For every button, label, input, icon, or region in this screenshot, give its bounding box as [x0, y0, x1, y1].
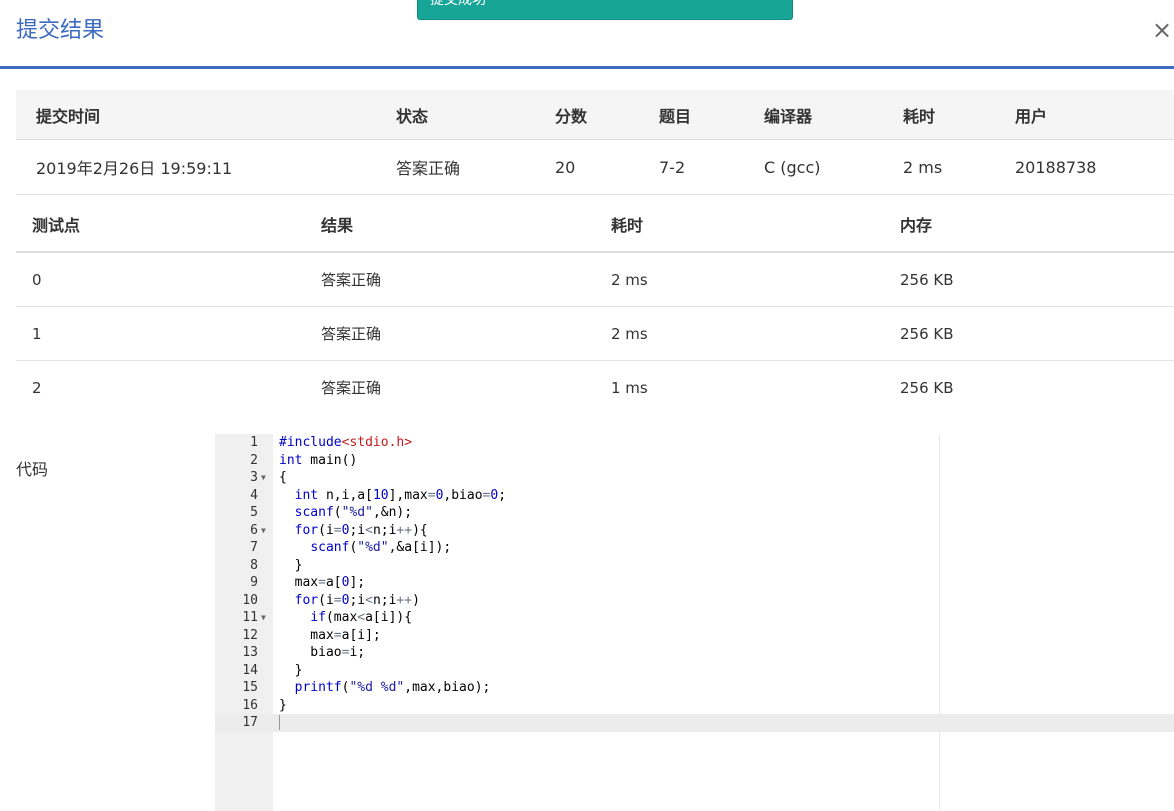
- table-row: 1 答案正确 2 ms 256 KB: [16, 306, 1174, 361]
- case-memory: 256 KB: [884, 306, 1174, 361]
- submission-table: 提交时间 状态 分数 题目 编译器 耗时 用户 2019年2月26日 19:59…: [16, 90, 1174, 195]
- line-number: 15: [242, 680, 258, 695]
- line-number: 8: [250, 557, 258, 573]
- duration-value: 2 ms: [883, 139, 995, 195]
- code-text: if(max<a[i]){: [310, 610, 413, 625]
- fold-toggle-icon[interactable]: ▼: [261, 609, 266, 627]
- code-editor[interactable]: 1 #include<stdio.h> 2 int main() 3 ▼{4 int n,…: [215, 434, 1174, 811]
- line-number: 3: [250, 470, 258, 485]
- code-text: printf("%d %d",max,biao);: [294, 680, 491, 695]
- case-id: 0: [16, 252, 305, 307]
- col-score: 分数: [535, 90, 639, 140]
- case-result: 答案正确: [321, 379, 382, 397]
- line-number: 4: [250, 487, 258, 503]
- line-number: 12: [242, 627, 258, 643]
- case-time: 2 ms: [595, 306, 884, 361]
- case-header-row: 测试点 结果 耗时 内存: [16, 196, 1174, 253]
- code-line[interactable]: 17: [215, 714, 1174, 732]
- code-text: #include<stdio.h>: [279, 435, 413, 450]
- case-memory: 256 KB: [900, 378, 954, 397]
- code-text: [279, 714, 280, 732]
- score-value: 20: [535, 139, 639, 195]
- code-text: }: [279, 697, 287, 713]
- line-number: 5: [250, 505, 258, 520]
- code-line[interactable]: 9 max=a[0];: [215, 574, 1174, 592]
- code-line[interactable]: 12 max=a[i];: [215, 627, 1174, 645]
- problem-link[interactable]: 7-2: [639, 139, 744, 195]
- code-line[interactable]: 15 printf("%d %d",max,biao);: [215, 679, 1174, 697]
- compiler-value: C (gcc): [744, 139, 883, 195]
- col-submit-time: 提交时间: [16, 90, 376, 140]
- col-duration: 耗时: [883, 90, 995, 140]
- code-text: }: [279, 662, 303, 678]
- header-divider: [0, 66, 1174, 69]
- case-result: 答案正确: [305, 252, 595, 307]
- code-line[interactable]: 1 #include<stdio.h>: [215, 434, 1174, 452]
- fold-toggle-icon[interactable]: ▼: [261, 469, 266, 487]
- submission-header-row: 提交时间 状态 分数 题目 编译器 耗时 用户: [16, 90, 1174, 140]
- code-line[interactable]: 11 ▼ if(max<a[i]){: [215, 609, 1174, 627]
- line-number: 11: [242, 610, 258, 625]
- code-text: }: [279, 557, 303, 573]
- fold-toggle-icon[interactable]: ▼: [261, 522, 266, 540]
- line-number: 1: [250, 435, 258, 450]
- col-status: 状态: [376, 90, 535, 140]
- code-line[interactable]: 8 }: [215, 557, 1174, 575]
- line-number: 16: [242, 697, 258, 713]
- code-text: biao=i;: [279, 645, 366, 660]
- dialog-header: 提交结果 ×: [0, 0, 1174, 66]
- code-line[interactable]: 13 biao=i;: [215, 644, 1174, 662]
- code-text: max=a[i];: [279, 627, 381, 643]
- table-row: 0 答案正确 2 ms 256 KB: [16, 252, 1174, 307]
- code-text: for(i=0;i<n;i++): [294, 592, 420, 608]
- line-number: 14: [242, 662, 258, 678]
- case-time: 1 ms: [611, 378, 648, 397]
- code-line[interactable]: 6 ▼ for(i=0;i<n;i++){: [215, 522, 1174, 540]
- table-row: 2 答案正确 1 ms 256 KB: [16, 361, 1174, 415]
- code-line[interactable]: 3 ▼ {: [215, 469, 1174, 487]
- code-line[interactable]: 10 for(i=0;i<n;i++): [215, 592, 1174, 610]
- col-case-result: 结果: [305, 196, 595, 253]
- submission-row: 2019年2月26日 19:59:11 答案正确 20 7-2 C (gcc) …: [16, 139, 1174, 195]
- user-value: 20188738: [995, 139, 1174, 195]
- case-time: 2 ms: [595, 252, 884, 307]
- status-badge: 答案正确: [376, 139, 535, 195]
- test-case-table: 测试点 结果 耗时 内存 0 答案正确 2 ms 256 KB 1 答案正确 2…: [16, 196, 1174, 414]
- line-number: 7: [250, 540, 258, 555]
- line-number: 9: [250, 575, 258, 590]
- line-number: 6: [250, 522, 258, 538]
- text-cursor: [279, 715, 280, 730]
- line-number: 17: [242, 715, 258, 730]
- case-memory: 256 KB: [884, 252, 1174, 307]
- case-id: 2: [32, 378, 42, 397]
- code-text: scanf("%d",&n);: [294, 505, 413, 520]
- code-text: for(i=0;i<n;i++){: [294, 522, 428, 538]
- code-line[interactable]: 2 int main(): [215, 452, 1174, 470]
- code-text: scanf("%d",&a[i]);: [310, 540, 452, 555]
- col-case-memory: 内存: [884, 196, 1174, 253]
- code-text: int main(): [279, 452, 358, 468]
- dialog-title: 提交结果: [16, 18, 105, 43]
- code-text: max=a[0];: [279, 575, 366, 590]
- code-label: 代码: [16, 460, 49, 479]
- code-text: {: [279, 470, 287, 485]
- code-line[interactable]: 16}: [215, 697, 1174, 715]
- code-line[interactable]: 4 int n,i,a[10],max=0,biao=0;: [215, 487, 1174, 505]
- col-compiler: 编译器: [744, 90, 883, 140]
- line-number: 2: [250, 452, 258, 468]
- code-line[interactable]: 14 }: [215, 662, 1174, 680]
- line-number: 13: [242, 645, 258, 660]
- submit-time: 2019年2月26日 19:59:11: [16, 139, 376, 195]
- code-line[interactable]: 5 scanf("%d",&n);: [215, 504, 1174, 522]
- code-line[interactable]: 7 scanf("%d",&a[i]);: [215, 539, 1174, 557]
- line-number: 10: [242, 592, 258, 608]
- case-result: 答案正确: [305, 306, 595, 361]
- code-text: int n,i,a[10],max=0,biao=0;: [294, 487, 507, 503]
- col-case-id: 测试点: [16, 196, 305, 253]
- col-problem: 题目: [639, 90, 744, 140]
- col-case-time: 耗时: [595, 196, 884, 253]
- close-icon[interactable]: ×: [1150, 14, 1174, 46]
- case-id: 1: [16, 306, 305, 361]
- col-user: 用户: [995, 90, 1174, 140]
